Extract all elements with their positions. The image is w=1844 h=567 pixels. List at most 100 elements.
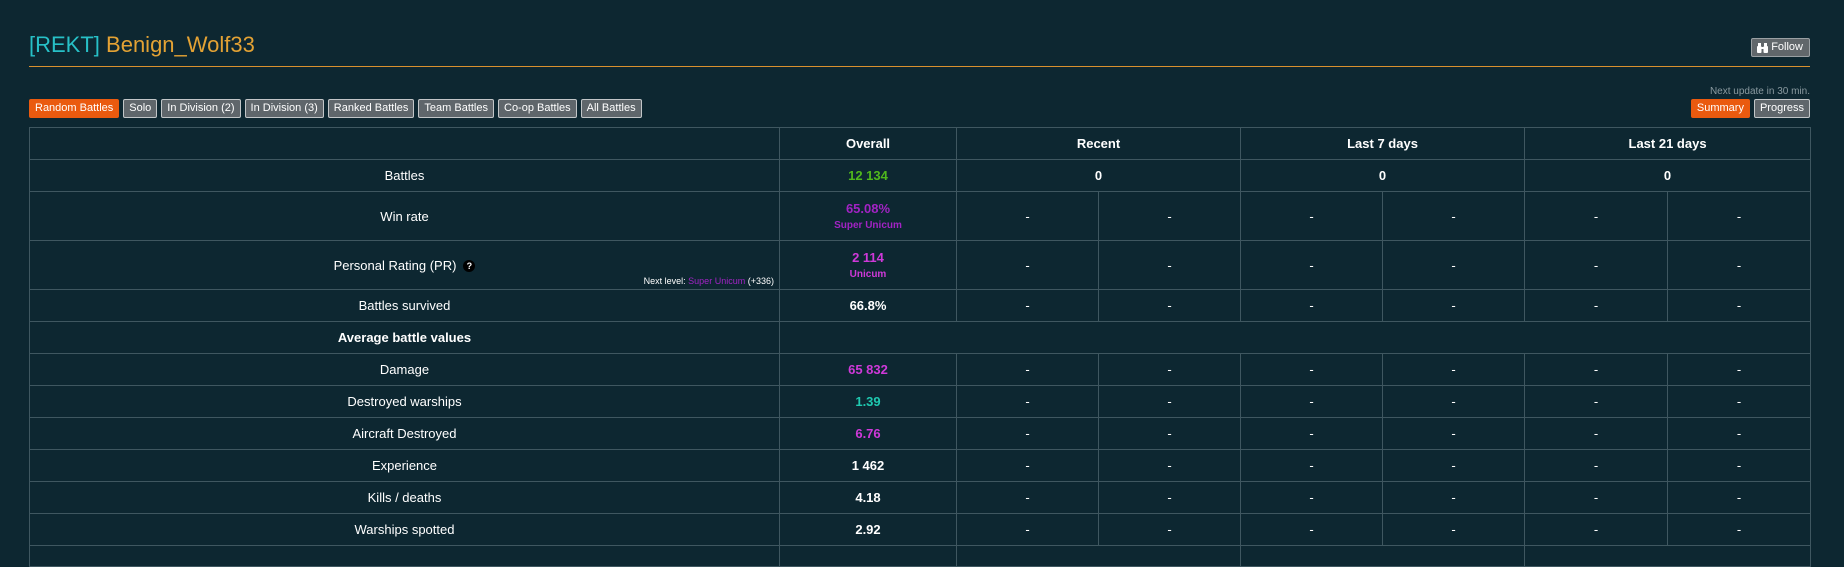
table-row-survived: Battles survived 66.8% -- -- -- xyxy=(29,289,1812,322)
dash-cell: - xyxy=(1097,289,1242,322)
header-label-empty xyxy=(29,127,780,160)
dash-cell: - xyxy=(1240,449,1384,482)
dash-cell: - xyxy=(1097,417,1242,450)
column-header-last-7-days: Last 7 days xyxy=(1240,127,1526,160)
dash-cell: - xyxy=(956,289,1099,322)
tab-team-battles[interactable]: Team Battles xyxy=(418,99,494,118)
tab-random-battles[interactable]: Random Battles xyxy=(29,99,120,118)
row-label: Kills / deaths xyxy=(29,481,780,514)
stats-table: Overall Recent Last 7 days Last 21 days … xyxy=(29,127,1812,567)
next-level-delta: (+336) xyxy=(747,276,774,286)
dash-cell: - xyxy=(956,513,1099,546)
dash-cell: - xyxy=(1667,449,1812,482)
dash-cell: - xyxy=(1240,289,1384,322)
table-row-battles: Battles 12 134 0 0 0 xyxy=(29,159,1812,192)
tab-division-2[interactable]: In Division (2) xyxy=(161,99,241,118)
dash-cell: - xyxy=(1524,240,1669,290)
dash-cell: - xyxy=(1097,449,1242,482)
player-header: [REKT] Benign_Wolf33 Follow xyxy=(29,30,1810,67)
player-nickname: Benign_Wolf33 xyxy=(106,32,255,57)
table-row-destroyed: Destroyed warships 1.39 -- -- -- xyxy=(29,385,1812,418)
row-label: Win rate xyxy=(29,191,780,241)
damage-overall: 65 832 xyxy=(779,353,957,386)
cutoff-cell xyxy=(1524,545,1812,567)
pr-overall-cell: 2 114 Unicum xyxy=(779,240,957,290)
dash-cell: - xyxy=(1524,417,1669,450)
table-row-damage: Damage 65 832 -- -- -- xyxy=(29,353,1812,386)
cutoff-cell xyxy=(29,545,780,567)
dash-cell: - xyxy=(1667,240,1812,290)
column-header-last-21-days: Last 21 days xyxy=(1524,127,1812,160)
battles-last7: 0 xyxy=(1240,159,1526,192)
column-header-overall: Overall xyxy=(779,127,957,160)
dash-cell: - xyxy=(1240,385,1384,418)
row-label: Experience xyxy=(29,449,780,482)
tab-summary[interactable]: Summary xyxy=(1690,99,1750,118)
dash-cell: - xyxy=(1524,513,1669,546)
next-level-prefix: Next level: xyxy=(643,276,686,286)
battles-overall: 12 134 xyxy=(779,159,957,192)
tab-division-3[interactable]: In Division (3) xyxy=(244,99,324,118)
dash-cell: - xyxy=(1382,240,1526,290)
table-row-aircraft: Aircraft Destroyed 6.76 -- -- -- xyxy=(29,417,1812,450)
dash-cell: - xyxy=(956,481,1099,514)
dash-cell: - xyxy=(1097,513,1242,546)
column-header-recent: Recent xyxy=(955,127,1242,160)
dash-cell: - xyxy=(1524,449,1669,482)
row-label: Personal Rating (PR) xyxy=(333,257,457,273)
dash-cell: - xyxy=(1240,191,1384,241)
table-row-experience: Experience 1 462 -- -- -- xyxy=(29,449,1812,482)
dash-cell: - xyxy=(956,385,1099,418)
tab-coop-battles[interactable]: Co-op Battles xyxy=(498,99,577,118)
tab-ranked-battles[interactable]: Ranked Battles xyxy=(327,99,415,118)
table-row-cutoff xyxy=(29,545,1812,567)
next-level-name: Super Unicum xyxy=(688,276,746,286)
dash-cell: - xyxy=(956,449,1099,482)
table-row-section-average: Average battle values xyxy=(29,321,1812,354)
battle-type-tabs: Random Battles Solo In Division (2) In D… xyxy=(29,99,642,118)
follow-button[interactable]: Follow xyxy=(1751,38,1810,57)
destroyed-overall: 1.39 xyxy=(779,385,957,418)
survived-overall: 66.8% xyxy=(779,289,957,322)
row-label: Damage xyxy=(29,353,780,386)
dash-cell: - xyxy=(1097,191,1242,241)
battles-last21: 0 xyxy=(1524,159,1812,192)
dash-cell: - xyxy=(1240,353,1384,386)
cutoff-cell xyxy=(955,545,1242,567)
dash-cell: - xyxy=(1667,417,1812,450)
dash-cell: - xyxy=(1382,289,1526,322)
dash-cell: - xyxy=(956,417,1099,450)
help-icon[interactable]: ? xyxy=(463,259,476,272)
dash-cell: - xyxy=(956,240,1099,290)
dash-cell: - xyxy=(1667,353,1812,386)
dash-cell: - xyxy=(1097,481,1242,514)
clan-tag[interactable]: [REKT] xyxy=(29,32,100,57)
dash-cell: - xyxy=(1667,513,1812,546)
tab-solo[interactable]: Solo xyxy=(123,99,158,118)
dash-cell: - xyxy=(1382,481,1526,514)
pr-next-level: Next level: Super Unicum (+336) xyxy=(644,276,774,286)
dash-cell: - xyxy=(1097,353,1242,386)
dash-cell: - xyxy=(1382,513,1526,546)
dash-cell: - xyxy=(1240,513,1384,546)
tab-all-battles[interactable]: All Battles xyxy=(580,99,642,118)
cutoff-cell xyxy=(1240,545,1526,567)
cutoff-cell xyxy=(779,545,957,567)
win-rate-overall-cell: 65.08% Super Unicum xyxy=(779,191,957,241)
dash-cell: - xyxy=(1667,385,1812,418)
win-rate-overall: 65.08% xyxy=(845,201,891,216)
row-label: Destroyed warships xyxy=(29,385,780,418)
section-spacer xyxy=(778,321,1812,354)
aircraft-overall: 6.76 xyxy=(779,417,957,450)
dash-cell: - xyxy=(1524,289,1669,322)
tab-progress[interactable]: Progress xyxy=(1753,99,1810,118)
dash-cell: - xyxy=(1382,191,1526,241)
table-row-spotted: Warships spotted 2.92 -- -- -- xyxy=(29,513,1812,546)
table-row-win-rate: Win rate 65.08% Super Unicum -- -- -- xyxy=(29,191,1812,241)
dash-cell: - xyxy=(1097,240,1242,290)
dash-cell: - xyxy=(956,191,1099,241)
dash-cell: - xyxy=(1240,240,1384,290)
pr-label-cell: Personal Rating (PR)? Next level: Super … xyxy=(29,240,780,290)
row-label: Battles xyxy=(29,159,780,192)
battles-recent: 0 xyxy=(955,159,1242,192)
